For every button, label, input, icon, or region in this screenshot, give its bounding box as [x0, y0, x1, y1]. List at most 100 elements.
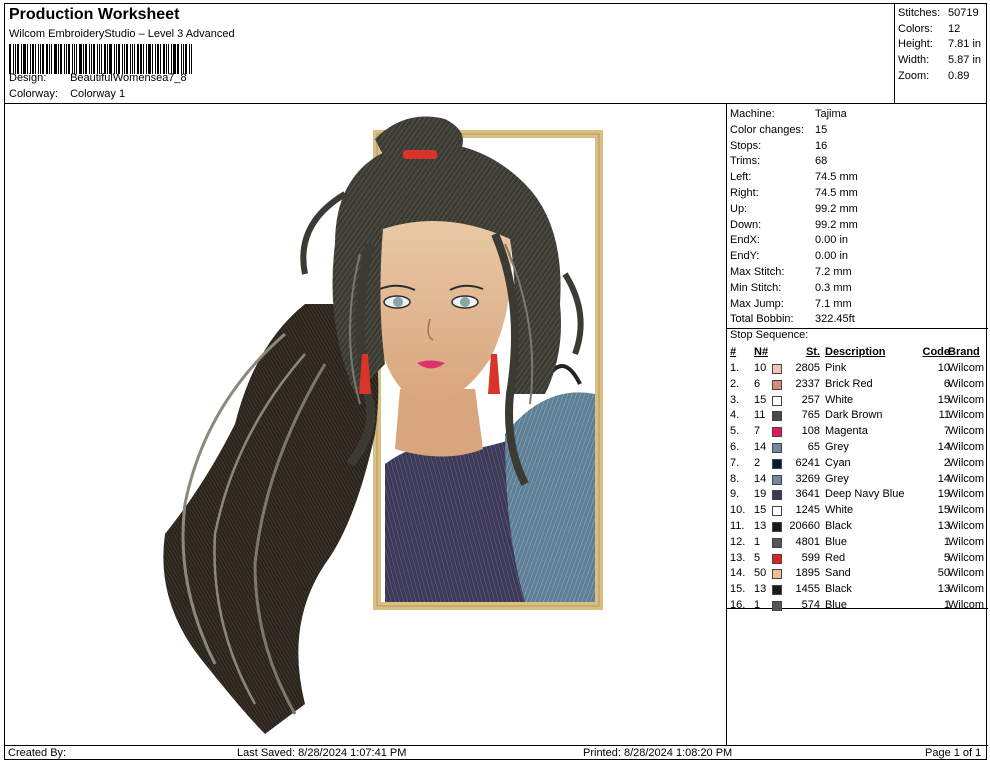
barcode-bar: [17, 44, 19, 74]
color-swatch: [772, 601, 782, 611]
barcode-bar: [30, 44, 31, 74]
barcode-bar: [68, 44, 70, 74]
needle-number: 13: [754, 520, 767, 532]
needle-number: 19: [754, 488, 767, 501]
barcode-bar: [101, 44, 102, 74]
thread-brand: Wilcom: [948, 599, 985, 611]
design-row: Design: BeautifulWomensea7_8: [9, 72, 187, 84]
stop-index: 13.: [730, 551, 746, 564]
color-description: White: [825, 393, 854, 406]
design-preview: [5, 104, 727, 745]
color-description: Deep Navy Blue: [825, 488, 905, 501]
stop-sequence-row: 6. 14 65 Grey 14 Wilcom: [727, 440, 988, 456]
machine-info-value: 16: [815, 139, 828, 152]
machine-info-row: EndY: 0.00 in: [730, 249, 848, 265]
color-swatch: [772, 443, 782, 453]
info-panel: Stop Sequence: Machine: Tajima Color chang…: [727, 104, 988, 611]
color-swatch: [772, 379, 782, 390]
colorway-row: Colorway: Colorway 1: [9, 88, 125, 100]
stop-index: 2.: [730, 377, 740, 390]
stop-sequence-row: 2. 6 2337 Brick Red 6 Wilcom: [727, 377, 988, 393]
color-swatch: [772, 553, 782, 564]
machine-info-key: EndX:: [730, 234, 760, 247]
col-description: Description: [825, 346, 886, 358]
machine-info-row: Min Stitch: 0.3 mm: [730, 281, 852, 297]
barcode-bar: [93, 44, 95, 74]
color-code: 15: [937, 504, 950, 517]
color-code: 10: [937, 362, 950, 374]
barcode-bar: [74, 44, 75, 74]
needle-number: 5: [754, 551, 761, 564]
machine-info-value: 68: [815, 155, 828, 168]
color-swatch: [772, 506, 782, 517]
col-needle: N#: [754, 346, 769, 358]
machine-info-row: Machine: Tajima: [730, 107, 847, 123]
thread-brand: Wilcom: [948, 441, 985, 453]
barcode-bar: [126, 44, 128, 74]
needle-number: 11: [754, 409, 766, 422]
col-brand: Brand: [948, 346, 980, 358]
stop-sequence-row: 3. 15 257 White 15 Wilcom: [727, 393, 988, 409]
stitch-count: 2805: [795, 362, 820, 374]
barcode-bar: [40, 44, 41, 74]
stitch-count: 574: [801, 599, 820, 611]
needle-number: 50: [754, 567, 767, 580]
machine-info-value: 99.2 mm: [815, 202, 858, 215]
color-description: Sand: [825, 567, 851, 580]
stop-index: 10.: [730, 504, 746, 517]
stop-index: 7.: [730, 456, 740, 469]
needle-number: 2: [754, 456, 761, 469]
color-description: Blue: [825, 535, 848, 548]
needle-number: 15: [754, 504, 767, 517]
barcode-bar: [114, 44, 115, 74]
needle-number: 1: [754, 535, 761, 548]
stitch-count: 108: [801, 425, 820, 438]
color-description: Black: [825, 520, 852, 532]
barcode-bar: [83, 44, 84, 74]
machine-info-value: 74.5 mm: [815, 187, 858, 199]
needle-number: 15: [754, 393, 767, 406]
last-saved: Last Saved: 8/28/2024 1:07:41 PM: [237, 747, 407, 759]
barcode-bar: [116, 44, 117, 74]
barcode-bar: [46, 44, 48, 74]
stop-index: 5.: [730, 425, 740, 438]
machine-info-value: 15: [815, 123, 828, 136]
machine-info-key: Max Stitch:: [730, 266, 785, 278]
worksheet-header: Production Worksheet Wilcom EmbroiderySt…: [5, 4, 895, 104]
summary-row: Height: 7.81 in: [898, 38, 982, 51]
color-code: 5: [943, 551, 950, 564]
barcode-bar: [13, 44, 14, 74]
barcode-bar: [148, 44, 151, 74]
thread-brand: Wilcom: [948, 409, 985, 422]
design-label: Design:: [9, 72, 47, 84]
barcode-bar: [122, 44, 123, 74]
barcode-bar: [185, 44, 187, 74]
stop-sequence-title: Stop Sequence:: [730, 329, 809, 341]
needle-number: 13: [754, 583, 767, 596]
stop-index: 8.: [730, 472, 740, 485]
machine-info-row: Left: 74.5 mm: [730, 170, 858, 186]
barcode-bar: [85, 44, 87, 74]
barcode-bar: [132, 44, 133, 74]
barcode-bar: [54, 44, 57, 74]
machine-info-row: Total Bobbin: 322.45ft: [730, 312, 855, 328]
machine-info-value: Tajima: [815, 108, 847, 120]
thread-brand: Wilcom: [948, 362, 985, 374]
color-swatch: [772, 522, 782, 532]
color-swatch: [772, 585, 782, 596]
thread-brand: Wilcom: [948, 472, 985, 485]
barcode-bar: [146, 44, 147, 74]
machine-info-key: Max Jump:: [730, 297, 784, 310]
color-swatch: [772, 490, 782, 501]
thread-brand: Wilcom: [948, 504, 985, 517]
stitch-count: 4801: [795, 535, 820, 548]
stitch-count: 6241: [795, 456, 820, 469]
barcode-bar: [9, 44, 11, 74]
barcode-bar: [72, 44, 73, 74]
barcode-bar: [155, 44, 156, 74]
barcode-bar: [107, 44, 108, 74]
stitch-count: 599: [801, 551, 820, 564]
color-code: 7: [943, 425, 950, 438]
machine-info-value: 322.45ft: [815, 313, 855, 326]
barcode-bar: [58, 44, 59, 74]
